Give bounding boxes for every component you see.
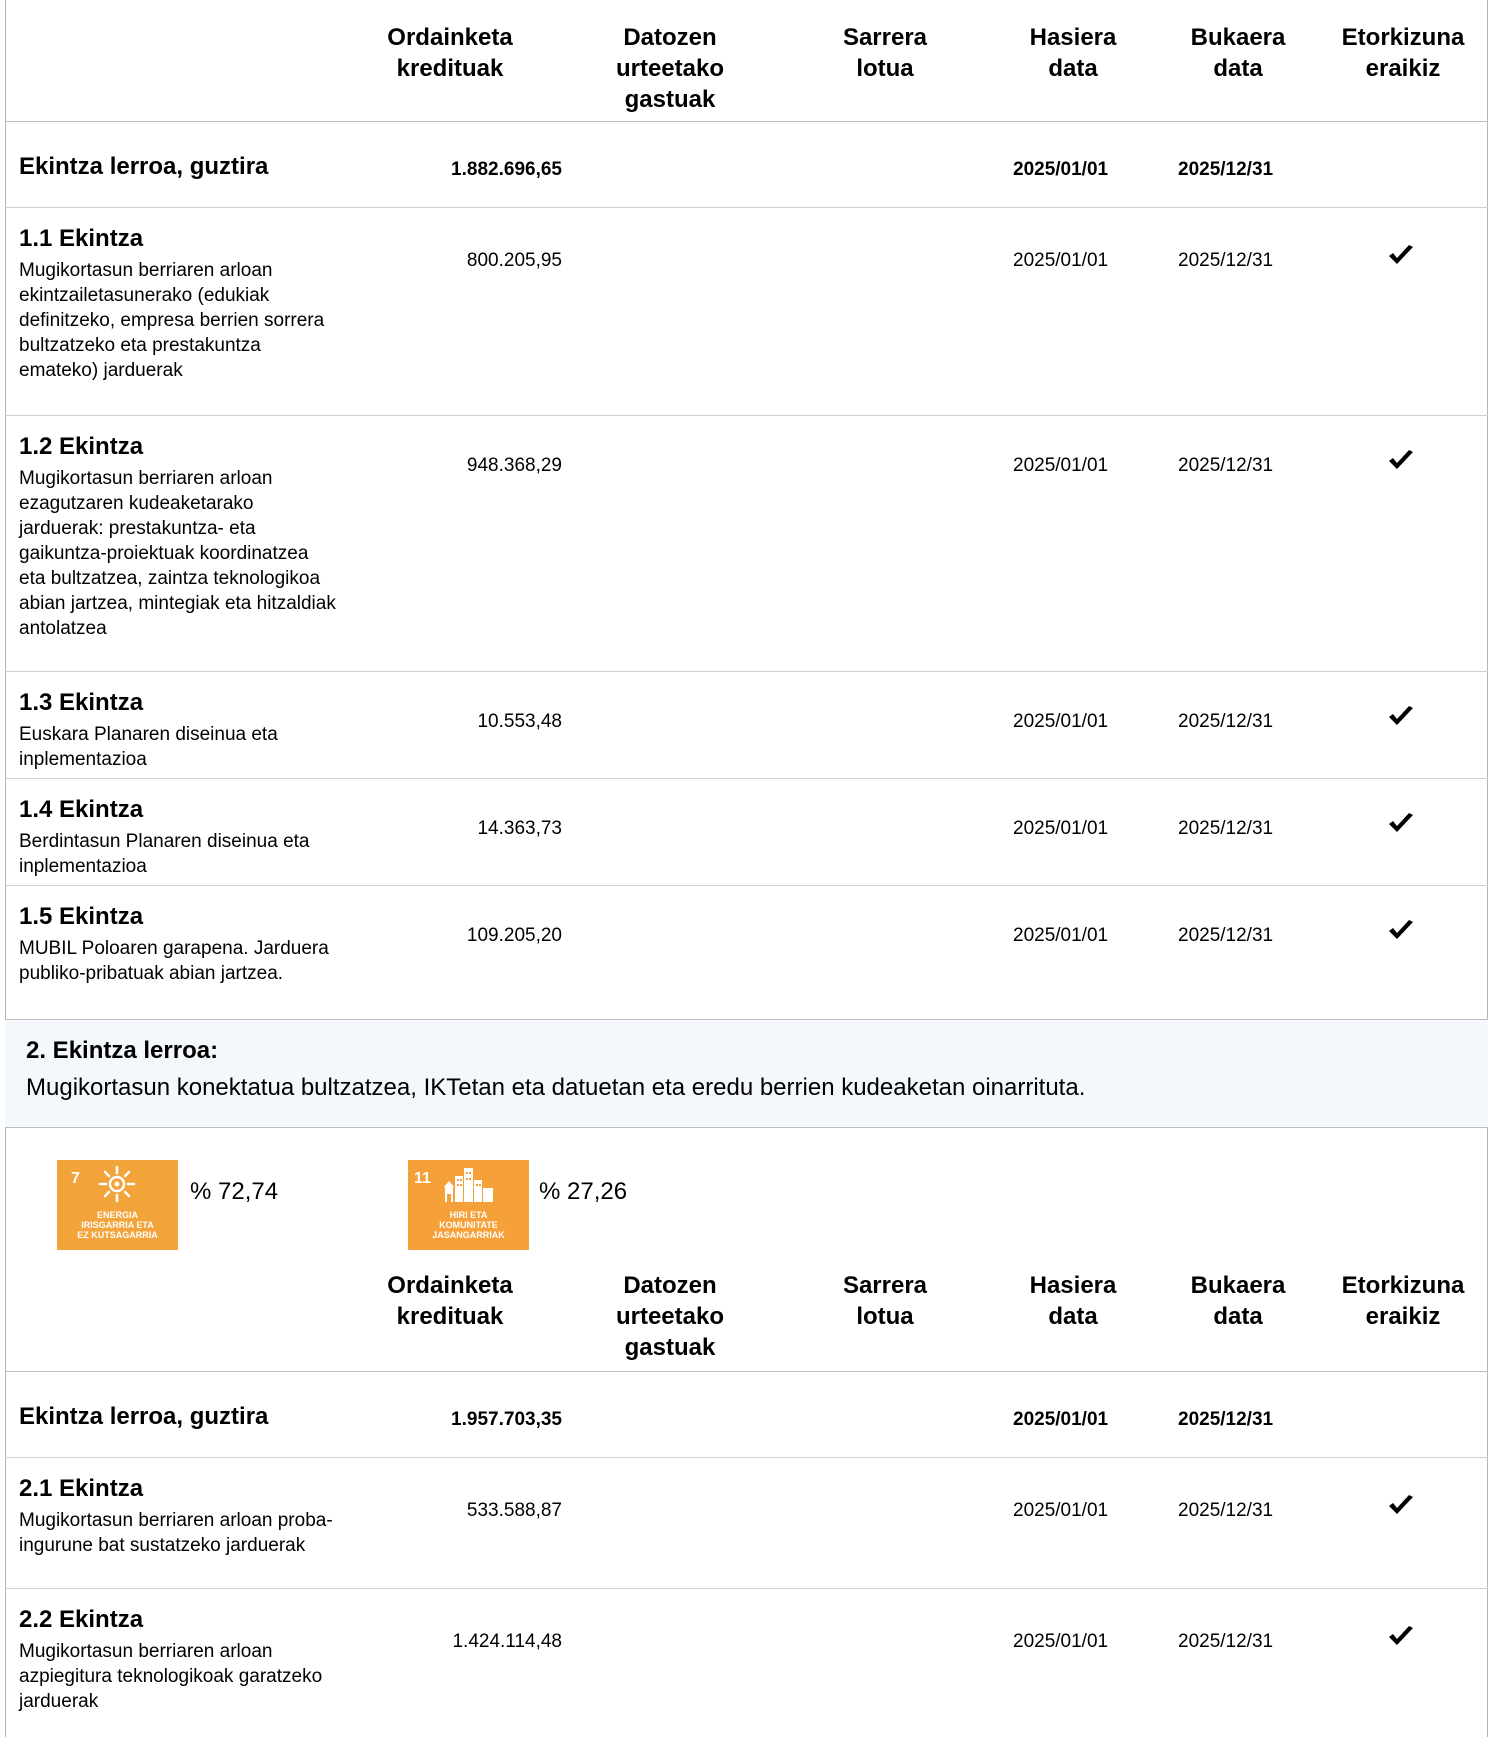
action-start: 2025/01/01 bbox=[1013, 250, 1109, 271]
city-icon bbox=[444, 1168, 493, 1202]
header-income: Sarrera lotua bbox=[842, 24, 928, 82]
header-future: Datozen urteetako gastuak bbox=[615, 24, 725, 113]
action-row-1-5: 1.5 Ekintza MUBIL Poloaren garapena. Jar… bbox=[5, 886, 1488, 1019]
line2-section-header: 2. Ekintza lerroa: Mugikortasun konektat… bbox=[5, 1019, 1488, 1128]
action-end: 2025/12/31 bbox=[1178, 250, 1274, 271]
sdg-7-percent: % 72,74 bbox=[190, 1178, 279, 1205]
action-credits: 14.363,73 bbox=[477, 818, 562, 839]
total-start: 2025/01/01 bbox=[1013, 1409, 1109, 1430]
header-build: Etorkizuna eraikiz bbox=[1341, 1272, 1465, 1330]
action-row-1-1: 1.1 Ekintza Mugikortasun berriaren arloa… bbox=[5, 208, 1488, 416]
check-icon bbox=[1388, 1625, 1414, 1649]
action-title: 2.2 Ekintza bbox=[19, 1606, 144, 1633]
action-start: 2025/01/01 bbox=[1013, 1500, 1109, 1521]
check-icon bbox=[1388, 812, 1414, 836]
sdg-number: 11 bbox=[414, 1170, 431, 1187]
action-title: 2.1 Ekintza bbox=[19, 1475, 144, 1502]
action-desc: Mugikortasun berriaren arloan azpiegitur… bbox=[19, 1641, 323, 1712]
check-icon bbox=[1388, 244, 1414, 268]
header-future: Datozen urteetako gastuak bbox=[615, 1272, 725, 1361]
action-desc: Mugikortasun berriaren arloan ezagutzare… bbox=[19, 468, 336, 639]
total-label: Ekintza lerroa, guztira bbox=[19, 1403, 269, 1430]
action-credits: 800.205,95 bbox=[466, 250, 562, 271]
action-row-1-2: 1.2 Ekintza Mugikortasun berriaren arloa… bbox=[5, 416, 1488, 672]
header-credits: Ordainketa kredituak bbox=[387, 24, 513, 82]
action-end: 2025/12/31 bbox=[1178, 455, 1274, 476]
sdg-7-badge: 7 ENERGIA IRISGARRIA ETA EZ KUTSAGARRIA bbox=[57, 1160, 178, 1250]
action-end: 2025/12/31 bbox=[1178, 925, 1274, 946]
sdg-number: 7 bbox=[71, 1170, 80, 1187]
action-title: 1.5 Ekintza bbox=[19, 903, 144, 930]
action-credits: 10.553,48 bbox=[477, 711, 562, 732]
action-title: 1.4 Ekintza bbox=[19, 796, 144, 823]
action-start: 2025/01/01 bbox=[1013, 818, 1109, 839]
action-row-1-3: 1.3 Ekintza Euskara Planaren diseinua et… bbox=[5, 672, 1488, 779]
action-desc: MUBIL Poloaren garapena. Jarduera publik… bbox=[19, 938, 329, 984]
action-row-1-4: 1.4 Ekintza Berdintasun Planaren diseinu… bbox=[5, 779, 1488, 886]
sdg-11-badge: 11 HIRI ETA KOMUNITATE JASANGARRIAK bbox=[408, 1160, 529, 1250]
sdg-11-percent: % 27,26 bbox=[539, 1178, 628, 1205]
total-end: 2025/12/31 bbox=[1178, 159, 1274, 180]
action-end: 2025/12/31 bbox=[1178, 711, 1274, 732]
line2-description: Mugikortasun konektatua bultzatzea, IKTe… bbox=[26, 1074, 1086, 1101]
header-build: Etorkizuna eraikiz bbox=[1341, 24, 1465, 82]
action-end: 2025/12/31 bbox=[1178, 1631, 1274, 1652]
sdg-label: ENERGIA IRISGARRIA ETA EZ KUTSAGARRIA bbox=[77, 1210, 158, 1240]
action-desc: Berdintasun Planaren diseinua eta inplem… bbox=[19, 831, 310, 877]
action-title: 1.3 Ekintza bbox=[19, 689, 144, 716]
action-end: 2025/12/31 bbox=[1178, 818, 1274, 839]
line1-total-row: Ekintza lerroa, guztira 1.882.696,65 202… bbox=[5, 122, 1488, 208]
total-credits: 1.957.703,35 bbox=[451, 1409, 562, 1430]
action-row-2-1: 2.1 Ekintza Mugikortasun berriaren arloa… bbox=[5, 1458, 1488, 1589]
action-start: 2025/01/01 bbox=[1013, 925, 1109, 946]
action-start: 2025/01/01 bbox=[1013, 1631, 1109, 1652]
column-header-row: Ordainketa kredituak Datozen urteetako gast… bbox=[5, 0, 1488, 122]
action-credits: 948.368,29 bbox=[466, 455, 562, 476]
check-icon bbox=[1388, 919, 1414, 943]
action-start: 2025/01/01 bbox=[1013, 455, 1109, 476]
action-title: 1.2 Ekintza bbox=[19, 433, 144, 460]
action-credits: 533.588,87 bbox=[466, 1500, 562, 1521]
action-credits: 1.424.114,48 bbox=[452, 1631, 562, 1652]
header-credits: Ordainketa kredituak bbox=[387, 1272, 513, 1330]
total-credits: 1.882.696,65 bbox=[451, 159, 562, 180]
page: Ordainketa kredituak Datozen urteetako gast… bbox=[0, 0, 1492, 1737]
line2-title: 2. Ekintza lerroa: bbox=[26, 1037, 219, 1064]
column-header-row-2: Ordainketa kredituak Datozen urteetako gast… bbox=[5, 1250, 1488, 1372]
action-end: 2025/12/31 bbox=[1178, 1500, 1274, 1521]
action-credits: 109.205,20 bbox=[466, 925, 562, 946]
total-start: 2025/01/01 bbox=[1013, 159, 1109, 180]
sun-icon bbox=[98, 1165, 136, 1203]
action-desc: Mugikortasun berriaren arloan proba-ingu… bbox=[19, 1510, 333, 1556]
line2-total-row: Ekintza lerroa, guztira 1.957.703,35 202… bbox=[5, 1372, 1488, 1458]
check-icon bbox=[1388, 1494, 1414, 1518]
action-desc: Mugikortasun berriaren arloan ekintzaile… bbox=[19, 260, 325, 381]
total-label: Ekintza lerroa, guztira bbox=[19, 153, 269, 180]
header-income: Sarrera lotua bbox=[842, 1272, 928, 1330]
check-icon bbox=[1388, 449, 1414, 473]
action-desc: Euskara Planaren diseinua eta inplementa… bbox=[19, 724, 278, 770]
action-start: 2025/01/01 bbox=[1013, 711, 1109, 732]
total-end: 2025/12/31 bbox=[1178, 1409, 1274, 1430]
check-icon bbox=[1388, 705, 1414, 729]
action-title: 1.1 Ekintza bbox=[19, 225, 144, 252]
action-row-2-2: 2.2 Ekintza Mugikortasun berriaren arloa… bbox=[5, 1589, 1488, 1737]
sdg-label: HIRI ETA KOMUNITATE JASANGARRIAK bbox=[432, 1210, 505, 1240]
